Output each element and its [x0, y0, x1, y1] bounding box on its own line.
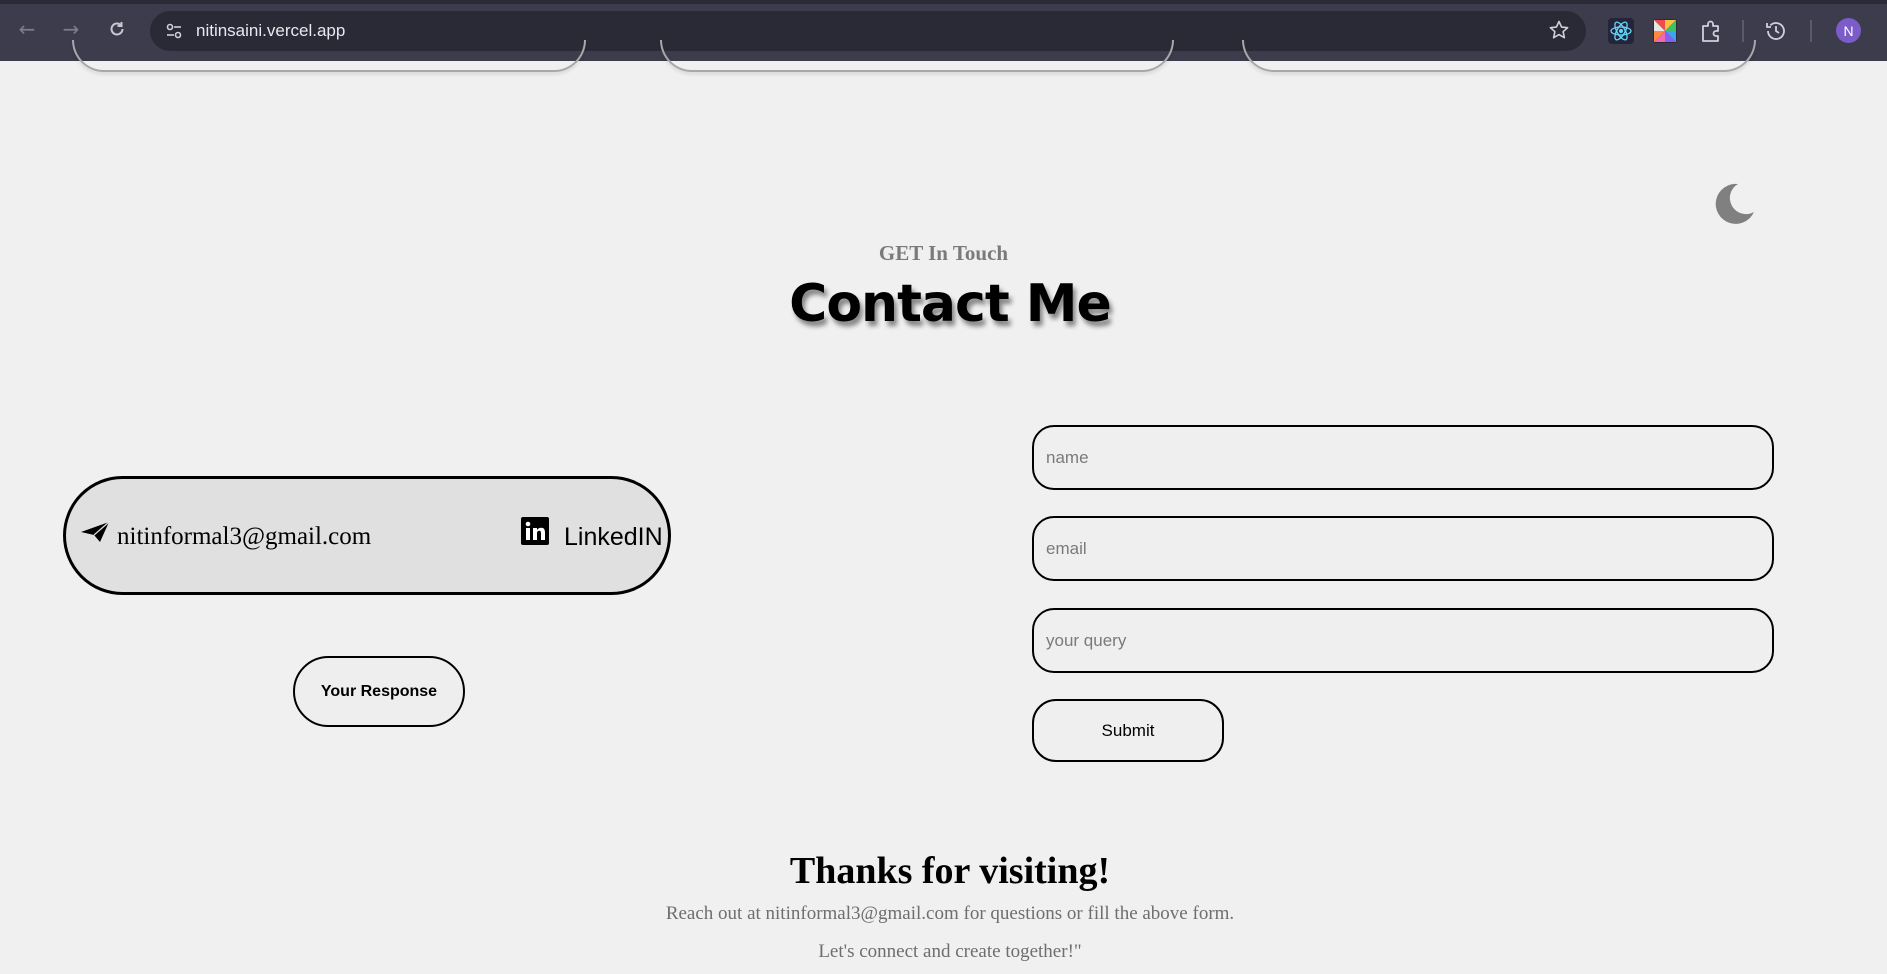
linkedin-icon[interactable]: [521, 517, 549, 545]
history-icon[interactable]: [1763, 18, 1789, 44]
profile-avatar[interactable]: N: [1836, 18, 1861, 43]
toolbar-separator: [1810, 20, 1812, 42]
project-card-bottom-edge: [1242, 40, 1756, 72]
contact-email[interactable]: nitinformal3@gmail.com: [117, 523, 371, 551]
query-input[interactable]: [1032, 608, 1774, 673]
tab-strip-edge: [0, 0, 1887, 4]
footer-heading: Thanks for visiting!: [789, 850, 1111, 892]
page-title: Contact Me: [789, 274, 1112, 334]
linkedin-link[interactable]: LinkedIN: [564, 523, 663, 552]
url-text[interactable]: nitinsaini.vercel.app: [196, 21, 345, 41]
your-response-button[interactable]: Your Response: [293, 656, 465, 727]
project-card-bottom-edge: [660, 40, 1174, 72]
forward-icon[interactable]: →: [58, 16, 84, 42]
name-input[interactable]: [1032, 425, 1774, 490]
toolbar-separator: [1742, 20, 1744, 42]
moon-icon[interactable]: [1712, 182, 1756, 226]
back-icon[interactable]: ←: [14, 16, 40, 42]
contact-info-card: nitinformal3@gmail.com LinkedIN: [63, 476, 671, 595]
bookmark-star-icon[interactable]: [1548, 19, 1570, 41]
footer-tagline: Let's connect and create together!": [818, 941, 1082, 962]
submit-button[interactable]: Submit: [1032, 699, 1224, 762]
footer-text: Reach out at nitinformal3@gmail.com for …: [665, 903, 1235, 924]
send-icon: [81, 521, 110, 542]
site-info-icon[interactable]: [164, 21, 184, 41]
project-card-bottom-edge: [72, 40, 586, 72]
reload-icon[interactable]: [104, 16, 130, 42]
email-input[interactable]: [1032, 516, 1774, 581]
section-eyebrow: GET In Touch: [878, 241, 1009, 265]
